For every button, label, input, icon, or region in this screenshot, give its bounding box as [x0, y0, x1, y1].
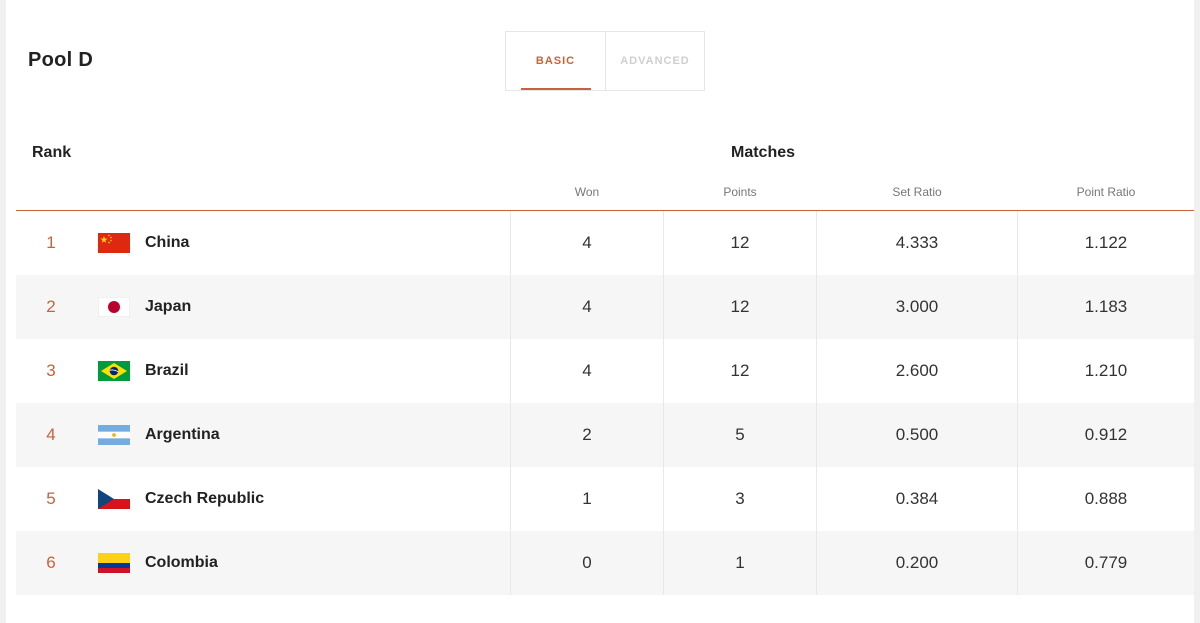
points-value: 12 — [730, 361, 750, 380]
colombia-flag-icon — [98, 553, 130, 573]
argentina-flag-icon — [98, 425, 130, 445]
country-name[interactable]: Czech Republic — [145, 467, 264, 531]
points-value: 12 — [730, 297, 750, 316]
point-ratio-value: 0.888 — [1084, 489, 1128, 508]
active-tab-indicator — [521, 88, 591, 90]
china-flag-icon — [98, 233, 130, 253]
set-ratio-value: 0.500 — [895, 425, 939, 444]
set-ratio-value: 4.333 — [895, 233, 939, 252]
rank-number: 5 — [46, 489, 56, 508]
won-value: 2 — [582, 425, 592, 444]
pool-title: Pool D — [28, 49, 94, 71]
country-name[interactable]: Japan — [145, 275, 191, 339]
rank-number: 1 — [46, 233, 56, 252]
table-row[interactable]: 3 Brazil 4 12 2.600 1.210 — [16, 339, 1194, 403]
country-name[interactable]: China — [145, 211, 189, 275]
won-value: 4 — [582, 361, 592, 380]
points-value: 1 — [735, 553, 745, 572]
points-value: 12 — [730, 233, 750, 252]
rank-number: 3 — [46, 361, 56, 380]
country-name[interactable]: Colombia — [145, 531, 218, 595]
table-row[interactable]: 4 Argentina 2 5 0.500 0.912 — [16, 403, 1194, 467]
standings-table: 1 China 4 12 4.333 1.122 2 Japan 4 12 3.… — [16, 211, 1194, 595]
won-value: 4 — [582, 233, 592, 252]
rank-header: Rank — [32, 144, 72, 161]
table-row[interactable]: 6 Colombia 0 1 0.200 0.779 — [16, 531, 1194, 595]
tab-basic-label: BASIC — [535, 55, 576, 67]
won-value: 1 — [582, 489, 592, 508]
column-header-set-ratio: Set Ratio — [892, 185, 942, 199]
czech-republic-flag-icon — [98, 489, 130, 509]
points-value: 3 — [735, 489, 745, 508]
rank-number: 2 — [46, 297, 56, 316]
points-value: 5 — [735, 425, 745, 444]
brazil-flag-icon — [98, 361, 130, 381]
country-name[interactable]: Brazil — [145, 339, 189, 403]
won-value: 4 — [582, 297, 592, 316]
set-ratio-value: 3.000 — [895, 297, 939, 316]
japan-flag-icon — [98, 297, 130, 317]
left-rail — [0, 0, 6, 623]
point-ratio-value: 1.122 — [1084, 233, 1128, 252]
matches-header: Matches — [731, 144, 796, 161]
point-ratio-value: 1.210 — [1084, 361, 1128, 380]
set-ratio-value: 0.384 — [895, 489, 939, 508]
column-header-won: Won — [574, 185, 600, 199]
tab-basic[interactable]: BASIC — [506, 32, 605, 90]
point-ratio-value: 1.183 — [1084, 297, 1128, 316]
column-header-point-ratio: Point Ratio — [1076, 185, 1136, 199]
view-tabs: BASIC ADVANCED — [505, 31, 705, 91]
set-ratio-value: 2.600 — [895, 361, 939, 380]
tab-advanced-label: ADVANCED — [620, 55, 690, 67]
tab-advanced[interactable]: ADVANCED — [605, 32, 704, 90]
table-row[interactable]: 5 Czech Republic 1 3 0.384 0.888 — [16, 467, 1194, 531]
point-ratio-value: 0.779 — [1084, 553, 1128, 572]
right-scrollbar[interactable] — [1194, 0, 1200, 623]
table-row[interactable]: 1 China 4 12 4.333 1.122 — [16, 211, 1194, 275]
point-ratio-value: 0.912 — [1084, 425, 1128, 444]
rank-number: 6 — [46, 553, 56, 572]
country-name[interactable]: Argentina — [145, 403, 220, 467]
set-ratio-value: 0.200 — [895, 553, 939, 572]
rank-number: 4 — [46, 425, 56, 444]
column-header-points: Points — [723, 185, 757, 199]
won-value: 0 — [582, 553, 592, 572]
table-row[interactable]: 2 Japan 4 12 3.000 1.183 — [16, 275, 1194, 339]
